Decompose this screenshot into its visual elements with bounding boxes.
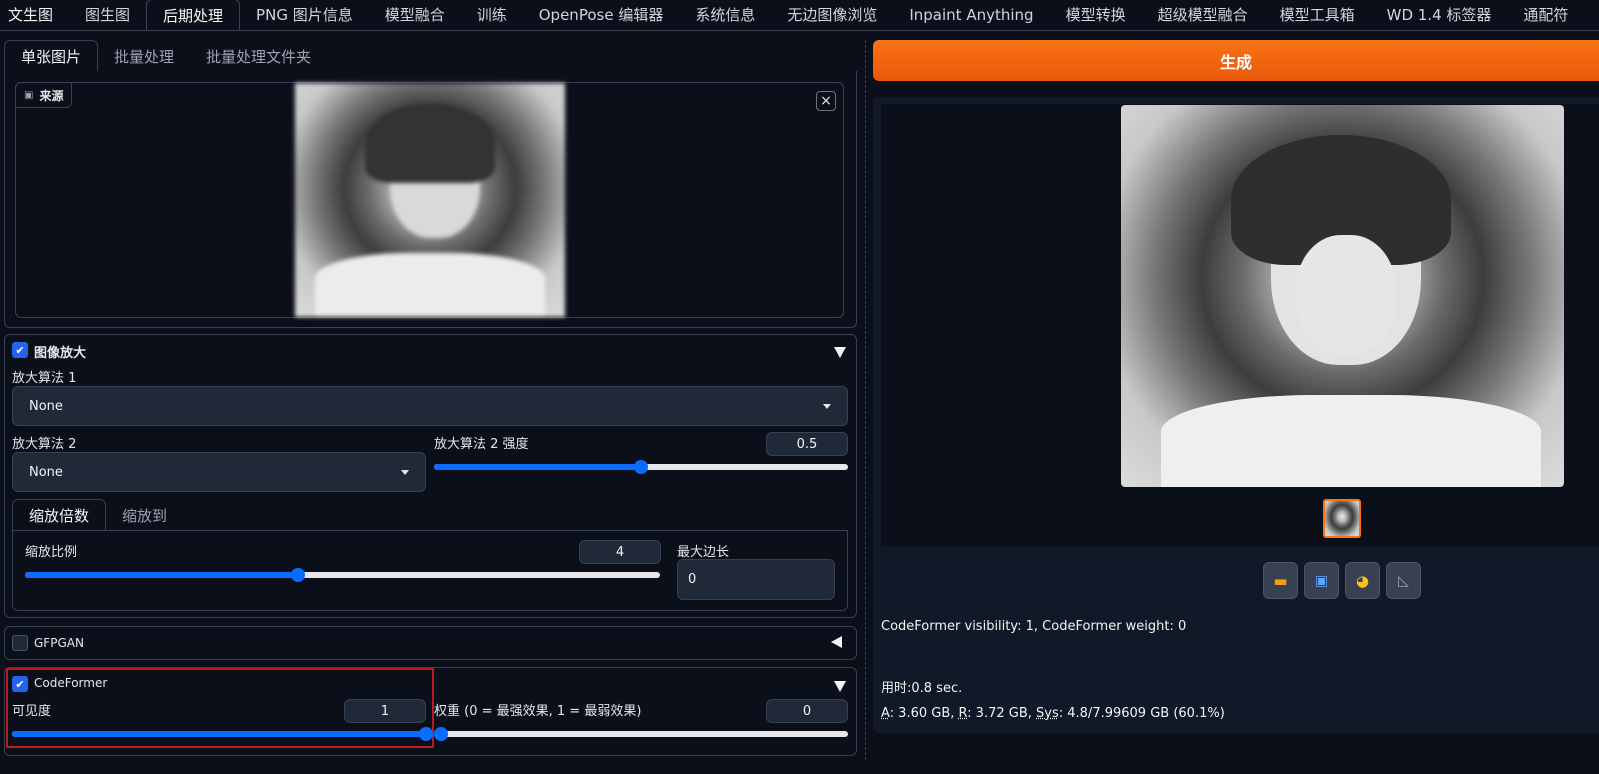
folder-icon[interactable]: ▬ [1263, 562, 1298, 599]
output-thumbnail[interactable] [1323, 499, 1361, 538]
tab-10[interactable]: 模型转换 [1050, 0, 1142, 30]
weight-label: 权重 (0 = 最强效果, 1 = 最弱效果) [434, 704, 642, 719]
max-side-label: 最大边长 [677, 545, 730, 560]
output-image[interactable] [1121, 105, 1564, 487]
sub-tab-1[interactable]: 批量处理 [98, 40, 190, 72]
upscaler1-value: None [29, 398, 63, 414]
mem-a-value: : 3.60 GB, [889, 706, 959, 721]
upscale-checkbox[interactable]: ✔ [12, 342, 28, 358]
source-image [295, 83, 565, 317]
mem-sys-value: : 4.8/7.99609 GB (60.1%) [1058, 706, 1225, 721]
upscaler2-select[interactable]: None [12, 452, 426, 492]
image-icon: ▣ [24, 89, 34, 101]
codeformer-title: CodeFormer [34, 676, 108, 690]
upscaler2-strength-input[interactable]: 0.5 [766, 432, 848, 456]
chevron-down-icon [401, 469, 409, 475]
close-icon[interactable]: × [816, 91, 836, 111]
weight-input[interactable]: 0 [766, 699, 848, 723]
expand-arrow-icon[interactable] [831, 636, 842, 648]
collapse-arrow-icon[interactable] [834, 347, 846, 358]
mem-sys-label: Sys [1036, 706, 1059, 721]
source-label: 来源 [39, 88, 64, 103]
tab-3[interactable]: PNG 图片信息 [240, 0, 369, 30]
upscaler1-select[interactable]: None [12, 386, 848, 426]
upscaler2-strength-slider[interactable] [434, 460, 848, 474]
top-nav: 文生图 图生图 后期处理 PNG 图片信息 模型融合 训练 OpenPose 编辑器 系统信息… [0, 0, 1599, 31]
generate-button[interactable]: 生成 [873, 40, 1599, 81]
memory-stats: A: 3.60 GB, R: 3.72 GB, Sys: 4.8/7.99609… [881, 706, 1225, 721]
tab-12[interactable]: 模型工具箱 [1264, 0, 1371, 30]
upscale-title: 图像放大 [34, 346, 87, 361]
visibility-label: 可见度 [12, 704, 52, 719]
sub-tab-0[interactable]: 单张图片 [4, 40, 99, 72]
tab-1[interactable]: 图生图 [69, 0, 146, 30]
scale-mode-tabs: 缩放倍数 缩放到 [12, 499, 183, 531]
max-side-input[interactable]: 0 [677, 559, 835, 600]
tab-0[interactable]: 文生图 [0, 0, 69, 30]
ruler-icon[interactable]: ◺ [1386, 562, 1421, 599]
tab-4[interactable]: 模型融合 [369, 0, 461, 30]
weight-slider[interactable] [434, 727, 848, 741]
upscaler2-strength-label: 放大算法 2 强度 [434, 437, 529, 452]
upscaler2-value: None [29, 464, 63, 480]
tab-5[interactable]: 训练 [461, 0, 523, 30]
source-label-badge: ▣ 来源 [15, 82, 73, 108]
scale-mode-tab-0[interactable]: 缩放倍数 [12, 499, 107, 531]
tab-6[interactable]: OpenPose 编辑器 [523, 0, 680, 30]
mem-a-label: A [881, 706, 890, 721]
scale-input[interactable]: 4 [579, 540, 661, 564]
column-divider [865, 40, 866, 760]
chevron-down-icon [823, 403, 831, 409]
check-icon: ✔ [15, 677, 25, 691]
scale-label: 缩放比例 [25, 545, 78, 560]
output-toolbar: ▬ ▣ ◕ ◺ [1263, 562, 1421, 599]
tab-14[interactable]: 通配符 [1507, 0, 1584, 30]
gfpgan-title: GFPGAN [34, 636, 84, 650]
palette-icon[interactable]: ◕ [1345, 562, 1380, 599]
gfpgan-panel [4, 626, 857, 660]
sub-tab-2[interactable]: 批量处理文件夹 [190, 40, 327, 72]
tab-2[interactable]: 后期处理 [146, 0, 241, 30]
gfpgan-checkbox[interactable] [12, 635, 28, 651]
visibility-slider[interactable] [12, 727, 433, 741]
sub-tabs: 单张图片 批量处理 批量处理文件夹 [4, 40, 856, 72]
generation-info: CodeFormer visibility: 1, CodeFormer wei… [881, 619, 1187, 634]
time-taken: 用时:0.8 sec. [881, 681, 963, 696]
mem-r-value: : 3.72 GB, [967, 706, 1037, 721]
tab-13[interactable]: WD 1.4 标签器 [1371, 0, 1508, 30]
check-icon: ✔ [15, 343, 25, 357]
tab-8[interactable]: 无边图像浏览 [771, 0, 893, 30]
mem-r-label: R [958, 706, 968, 721]
upscaler1-label: 放大算法 1 [12, 371, 77, 386]
tab-7[interactable]: 系统信息 [679, 0, 771, 30]
tab-9[interactable]: Inpaint Anything [893, 0, 1049, 30]
codeformer-checkbox[interactable]: ✔ [12, 676, 28, 692]
collapse-arrow-icon[interactable] [834, 681, 846, 692]
tab-11[interactable]: 超级模型融合 [1142, 0, 1264, 30]
scale-slider[interactable] [25, 568, 660, 582]
scale-mode-tab-1[interactable]: 缩放到 [106, 499, 183, 531]
upscaler2-label: 放大算法 2 [12, 437, 77, 452]
visibility-input[interactable]: 1 [344, 699, 426, 723]
image-icon[interactable]: ▣ [1304, 562, 1339, 599]
